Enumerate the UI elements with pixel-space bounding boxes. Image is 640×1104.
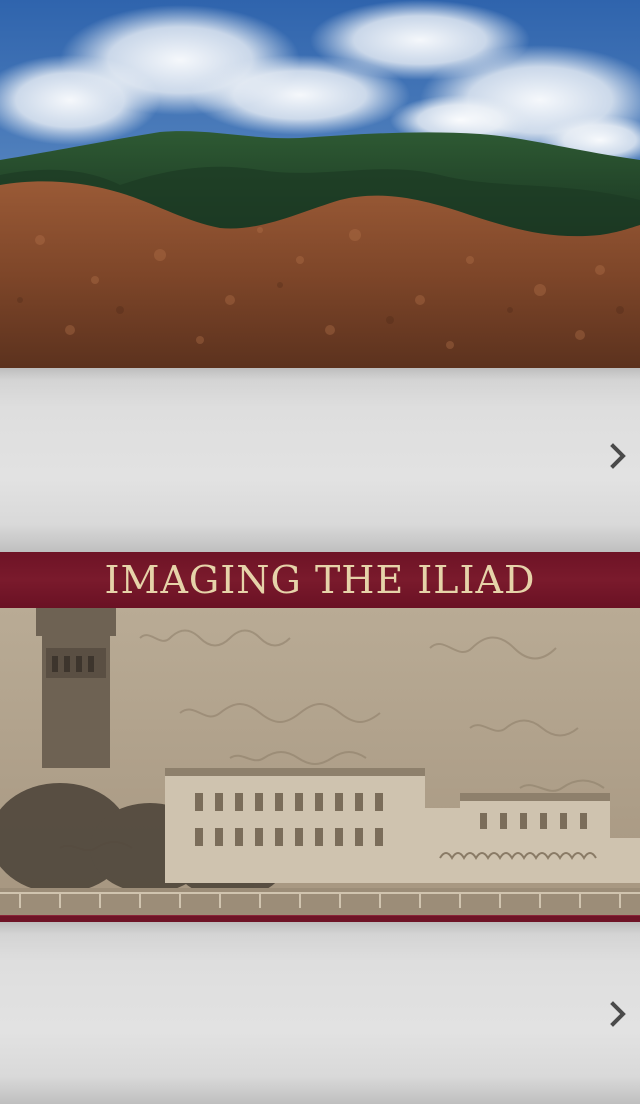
landscape-illustration xyxy=(0,0,640,368)
chevron-right-icon[interactable] xyxy=(608,442,630,470)
menu-row-1[interactable] xyxy=(0,368,640,552)
iliad-bottom-band xyxy=(0,915,640,922)
venice-manuscript-image xyxy=(0,608,640,915)
imaging-the-iliad-banner[interactable]: IMAGING THE ILIAD xyxy=(0,552,640,922)
menu-row-2[interactable] xyxy=(0,922,640,1104)
iliad-title-band: IMAGING THE ILIAD xyxy=(0,552,640,610)
hero-landscape-image xyxy=(0,0,640,368)
app-screen: IMAGING THE ILIAD xyxy=(0,0,640,1104)
chevron-right-icon[interactable] xyxy=(608,1000,630,1028)
iliad-title: IMAGING THE ILIAD xyxy=(104,558,536,602)
